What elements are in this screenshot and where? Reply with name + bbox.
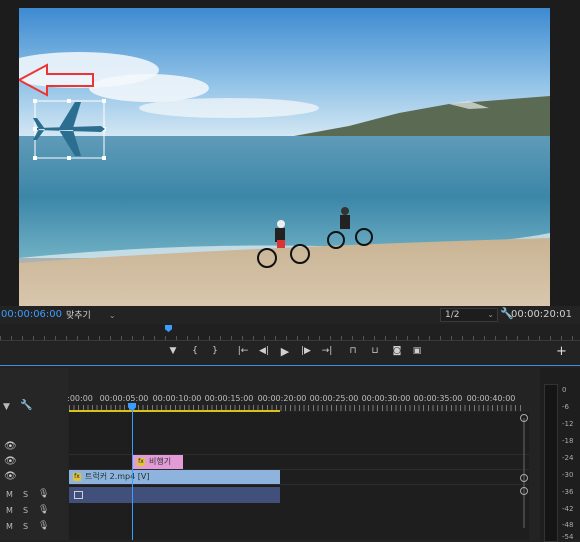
insert-icon[interactable]: ⊓ bbox=[346, 346, 360, 356]
ruler-label: 00:00:15:00 bbox=[204, 394, 254, 403]
eye-icon[interactable]: 👁 bbox=[4, 471, 17, 482]
fx-badge-icon: fx bbox=[137, 457, 145, 466]
fx-badge-icon: fx bbox=[73, 472, 81, 481]
play-icon[interactable]: ▶ bbox=[278, 345, 292, 358]
chevron-down-icon: ⌄ bbox=[108, 311, 116, 320]
ruler-label: 00:00:10:00 bbox=[152, 394, 202, 403]
audio-clip[interactable] bbox=[69, 487, 280, 503]
fit-select[interactable]: 맞추기 ⌄ bbox=[66, 308, 116, 321]
chevron-down-icon: ⌄ bbox=[487, 310, 494, 319]
go-to-out-icon[interactable]: →| bbox=[320, 346, 334, 356]
ruler-label: 00:00:30:00 bbox=[361, 394, 411, 403]
mute-toggle[interactable]: M bbox=[6, 522, 13, 531]
db-label: -6 bbox=[562, 403, 569, 411]
scroll-handle-bottom[interactable] bbox=[520, 487, 528, 495]
track-a3: M S 🎙 bbox=[0, 519, 529, 534]
mute-toggle[interactable]: M bbox=[6, 490, 13, 499]
overwrite-icon[interactable]: ⊔ bbox=[368, 346, 382, 356]
marker-icon[interactable]: ▼ bbox=[166, 346, 180, 356]
in-point-icon[interactable]: { bbox=[188, 346, 202, 356]
db-label: -42 bbox=[562, 505, 574, 513]
audio-clip-icon bbox=[74, 491, 83, 499]
fit-select-label: 맞추기 bbox=[66, 311, 91, 321]
go-to-in-icon[interactable]: |← bbox=[236, 346, 250, 356]
add-button[interactable]: + bbox=[556, 344, 567, 359]
microphone-icon[interactable]: 🎙 bbox=[38, 489, 49, 499]
divider bbox=[0, 340, 580, 341]
video-clip-label: 트럭커 2.mp4 [V] bbox=[85, 472, 150, 481]
program-video-frame[interactable] bbox=[19, 8, 550, 306]
timeline-playhead-line bbox=[132, 404, 133, 540]
track-v2: 👁 bbox=[0, 455, 529, 470]
duration-timecode: 00:00:20:01 bbox=[510, 309, 572, 320]
db-label: -12 bbox=[562, 420, 574, 428]
wrench-icon[interactable]: 🔧 bbox=[20, 400, 32, 411]
db-label: -48 bbox=[562, 521, 574, 529]
scroll-handle-mid[interactable] bbox=[520, 474, 528, 482]
microphone-icon[interactable]: 🎙 bbox=[38, 505, 49, 515]
db-label: 0 bbox=[562, 386, 567, 394]
ruler-label: 00:00:40:00 bbox=[466, 394, 516, 403]
db-label: -18 bbox=[562, 437, 574, 445]
eye-icon[interactable]: 👁 bbox=[4, 456, 17, 467]
panel-divider[interactable] bbox=[0, 365, 580, 366]
ruler-label: 00:00:05:00 bbox=[99, 394, 149, 403]
solo-toggle[interactable]: S bbox=[23, 506, 28, 515]
video-clip[interactable]: fx 트럭커 2.mp4 [V] bbox=[69, 470, 280, 484]
db-label: -24 bbox=[562, 454, 574, 462]
track-v3: 👁 bbox=[0, 440, 529, 455]
export-frame-icon[interactable]: ◙ bbox=[390, 346, 404, 356]
current-timecode[interactable]: 00:00:06:00 bbox=[1, 309, 62, 320]
db-label: -36 bbox=[562, 488, 574, 496]
ruler-label: 00:00:20:00 bbox=[257, 394, 307, 403]
vertical-scrollbar[interactable] bbox=[520, 412, 528, 540]
microphone-icon[interactable]: 🎙 bbox=[38, 521, 49, 531]
resolution-select[interactable]: 1/2 ⌄ bbox=[440, 308, 498, 322]
out-point-icon[interactable]: } bbox=[208, 346, 222, 356]
snap-icon[interactable]: ▼ bbox=[3, 402, 10, 412]
solo-toggle[interactable]: S bbox=[23, 522, 28, 531]
step-forward-icon[interactable]: |▶ bbox=[299, 346, 313, 356]
resolution-label: 1/2 bbox=[445, 310, 460, 320]
step-back-icon[interactable]: ◀| bbox=[257, 346, 271, 356]
scroll-handle-top[interactable] bbox=[520, 414, 528, 422]
solo-toggle[interactable]: S bbox=[23, 490, 28, 499]
db-label: -30 bbox=[562, 471, 574, 479]
comparison-view-icon[interactable]: ▣ bbox=[410, 346, 424, 356]
mute-toggle[interactable]: M bbox=[6, 506, 13, 515]
track-a2: M S 🎙 bbox=[0, 503, 529, 518]
graphic-clip[interactable]: fx 비행기 bbox=[133, 455, 183, 469]
graphic-clip-label: 비행기 bbox=[149, 457, 172, 466]
audio-meter-bar bbox=[544, 384, 558, 542]
eye-icon[interactable]: 👁 bbox=[4, 441, 17, 452]
ruler-label: :00:00 bbox=[67, 394, 93, 403]
ruler-label: 00:00:35:00 bbox=[413, 394, 463, 403]
ruler-label: 00:00:25:00 bbox=[309, 394, 359, 403]
